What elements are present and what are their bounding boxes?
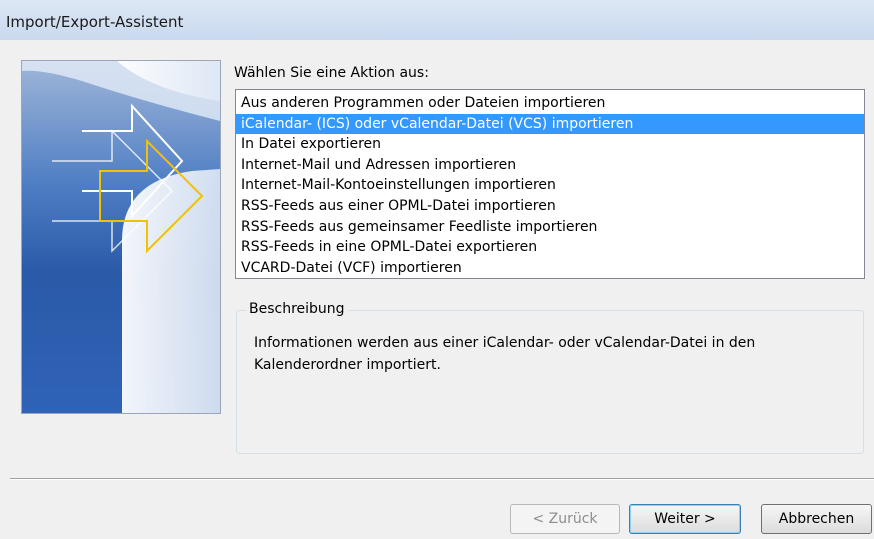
list-item-import-account-settings[interactable]: Internet-Mail-Kontoeinstellungen importi… bbox=[236, 175, 864, 196]
list-item-import-vcard[interactable]: VCARD-Datei (VCF) importieren bbox=[236, 258, 864, 279]
list-item-import-icalendar[interactable]: iCalendar- (ICS) oder vCalendar-Datei (V… bbox=[236, 113, 864, 135]
action-listbox[interactable]: Aus anderen Programmen oder Dateien impo… bbox=[235, 89, 865, 279]
wizard-illustration bbox=[21, 60, 221, 414]
list-item-import-rss-feedlist[interactable]: RSS-Feeds aus gemeinsamer Feedliste impo… bbox=[236, 217, 864, 238]
list-item-import-other[interactable]: Aus anderen Programmen oder Dateien impo… bbox=[236, 93, 864, 114]
cancel-button[interactable]: Abbrechen bbox=[761, 504, 872, 534]
description-text: Informationen werden aus einer iCalendar… bbox=[254, 335, 756, 373]
title-bar: Import/Export-Assistent bbox=[0, 0, 874, 40]
footer-divider-highlight bbox=[10, 479, 874, 480]
next-button[interactable]: Weiter > bbox=[629, 504, 741, 534]
action-prompt: Wählen Sie eine Aktion aus: bbox=[234, 65, 429, 81]
list-item-export-file[interactable]: In Datei exportieren bbox=[236, 134, 864, 155]
list-item-export-rss-opml[interactable]: RSS-Feeds in eine OPML-Datei exportieren bbox=[236, 237, 864, 258]
description-label: Beschreibung bbox=[246, 301, 348, 317]
back-button[interactable]: < Zurück bbox=[510, 504, 620, 534]
list-item-import-internet-mail[interactable]: Internet-Mail und Adressen importieren bbox=[236, 155, 864, 176]
window-title: Import/Export-Assistent bbox=[6, 13, 184, 31]
list-item-import-rss-opml[interactable]: RSS-Feeds aus einer OPML-Datei importier… bbox=[236, 196, 864, 217]
